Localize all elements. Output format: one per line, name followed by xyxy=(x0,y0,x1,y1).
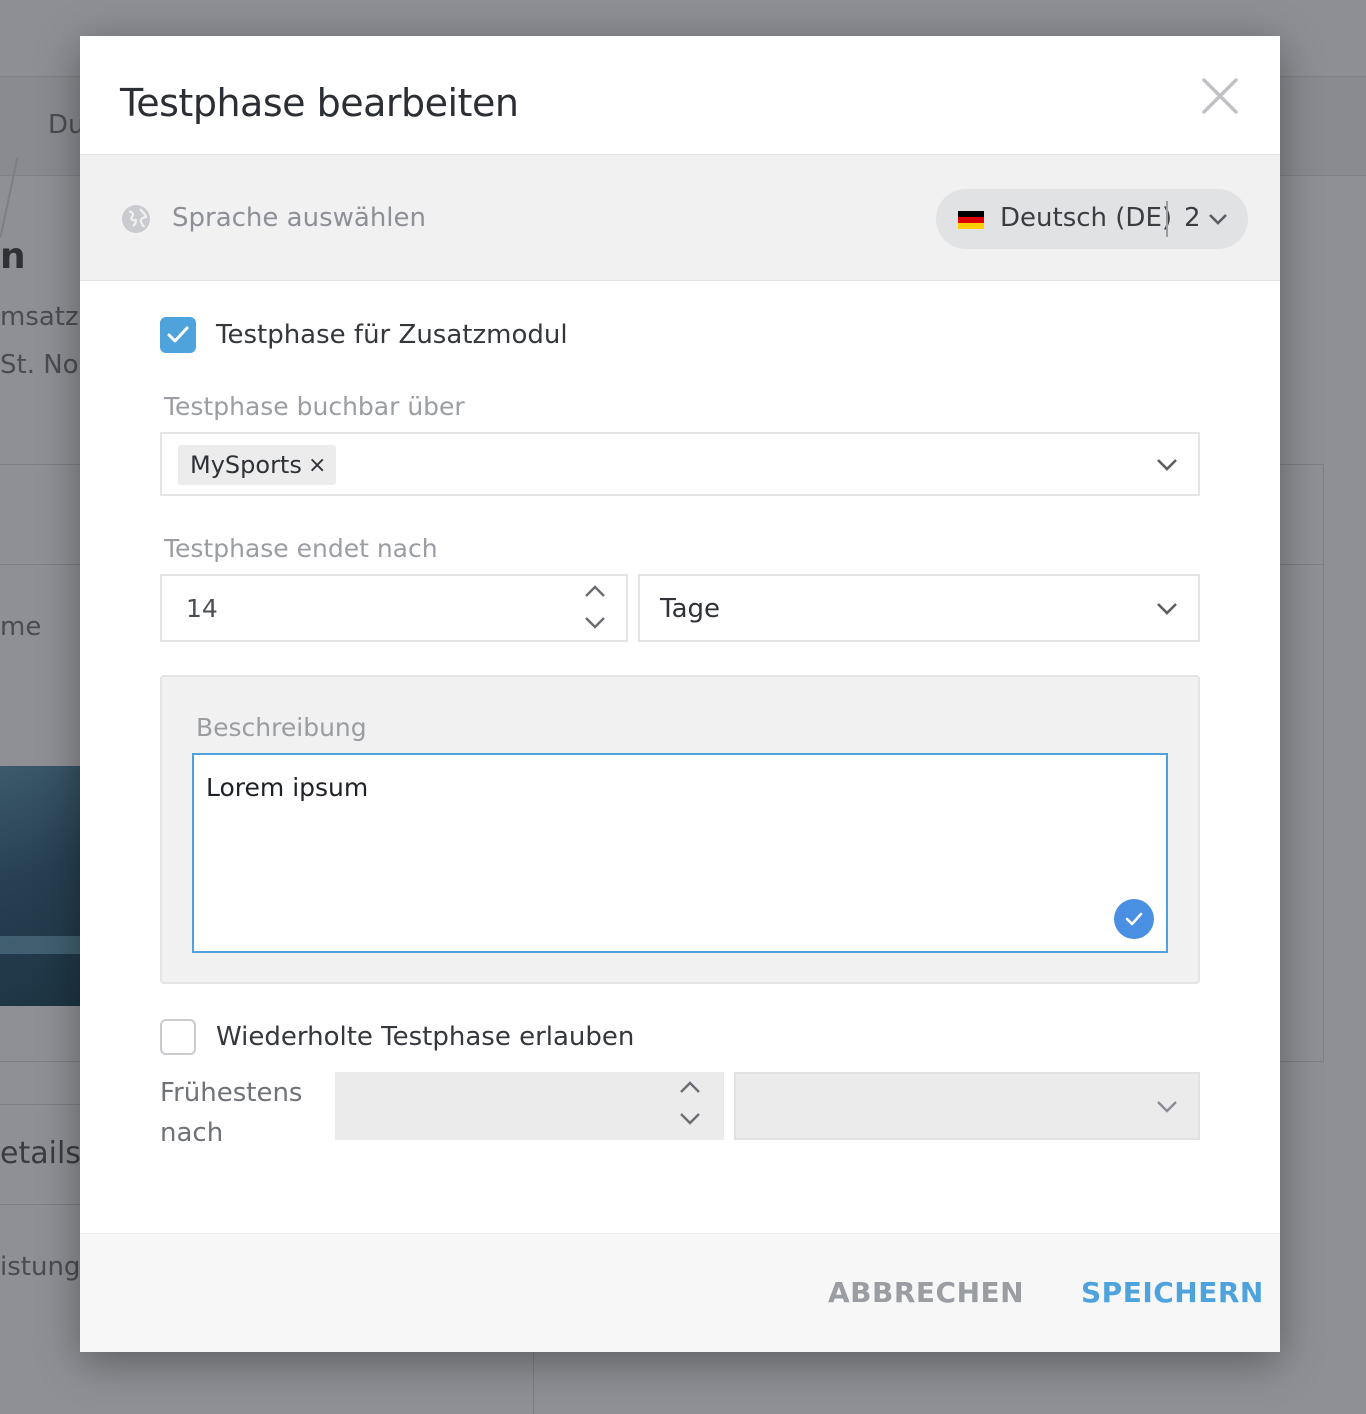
chevron-up-icon[interactable] xyxy=(584,584,606,598)
earliest-after-label-line2: nach xyxy=(160,1118,224,1148)
language-select[interactable]: Deutsch (DE) 2 xyxy=(936,189,1248,249)
edit-trial-dialog: Testphase bearbeiten Sprache auswählen D… xyxy=(80,36,1280,1352)
earliest-after-number-input[interactable] xyxy=(335,1072,724,1140)
ends-after-unit-select[interactable]: Tage xyxy=(638,574,1200,642)
ends-after-value: 14 xyxy=(186,594,218,623)
earliest-after-label: Frühestens xyxy=(160,1078,303,1108)
save-button[interactable]: SPEICHERN xyxy=(1081,1276,1264,1309)
chevron-down-icon xyxy=(1209,214,1227,225)
addon-trial-label: Testphase für Zusatzmodul xyxy=(216,320,568,350)
dialog-title: Testphase bearbeiten xyxy=(120,81,519,125)
chevron-down-icon[interactable] xyxy=(679,1112,701,1126)
description-panel: Beschreibung Lorem ipsum xyxy=(160,675,1200,984)
chevron-down-icon[interactable] xyxy=(584,616,606,630)
tag-mysports: MySports × xyxy=(178,445,336,485)
earliest-after-unit-select[interactable] xyxy=(734,1072,1200,1140)
background-section-title: etails xyxy=(0,1136,81,1171)
description-textarea[interactable]: Lorem ipsum xyxy=(192,753,1168,953)
background-column-label: me xyxy=(0,612,42,642)
germany-flag-icon xyxy=(958,211,984,229)
addon-trial-checkbox[interactable] xyxy=(160,317,196,353)
language-count: 2 xyxy=(1184,203,1201,233)
chevron-down-icon xyxy=(1157,459,1177,471)
pill-divider xyxy=(1166,201,1168,237)
ends-after-label: Testphase endet nach xyxy=(164,534,438,563)
tag-label: MySports xyxy=(190,451,302,479)
background-heading: n xyxy=(0,236,26,277)
repeat-trial-label: Wiederholte Testphase erlauben xyxy=(216,1022,635,1052)
language-label: Sprache auswählen xyxy=(172,203,426,233)
description-label: Beschreibung xyxy=(196,713,367,742)
breadcrumb-separator xyxy=(0,157,19,237)
language-value: Deutsch (DE) xyxy=(1000,203,1173,233)
language-bar: Sprache auswählen Deutsch (DE) 2 xyxy=(80,154,1280,281)
tag-remove-icon[interactable]: × xyxy=(308,453,326,478)
chevron-down-icon xyxy=(1157,603,1177,615)
close-icon[interactable] xyxy=(1198,74,1242,118)
globe-icon xyxy=(122,205,150,233)
chevron-down-icon xyxy=(1157,1101,1177,1113)
chevron-up-icon[interactable] xyxy=(679,1080,701,1094)
cancel-button[interactable]: ABBRECHEN xyxy=(828,1276,1024,1309)
dialog-header: Testphase bearbeiten xyxy=(80,36,1280,154)
check-circle-icon xyxy=(1114,899,1154,939)
ends-after-number-input[interactable]: 14 xyxy=(160,574,628,642)
bookable-via-label: Testphase buchbar über xyxy=(164,392,465,421)
dialog-footer: ABBRECHEN SPEICHERN xyxy=(80,1233,1280,1352)
checkmark-icon xyxy=(167,326,189,343)
bookable-via-select[interactable]: MySports × xyxy=(160,432,1200,496)
background-photo xyxy=(0,766,80,1006)
description-text: Lorem ipsum xyxy=(206,773,369,802)
repeat-trial-checkbox[interactable] xyxy=(160,1019,196,1055)
ends-after-unit: Tage xyxy=(660,594,721,624)
